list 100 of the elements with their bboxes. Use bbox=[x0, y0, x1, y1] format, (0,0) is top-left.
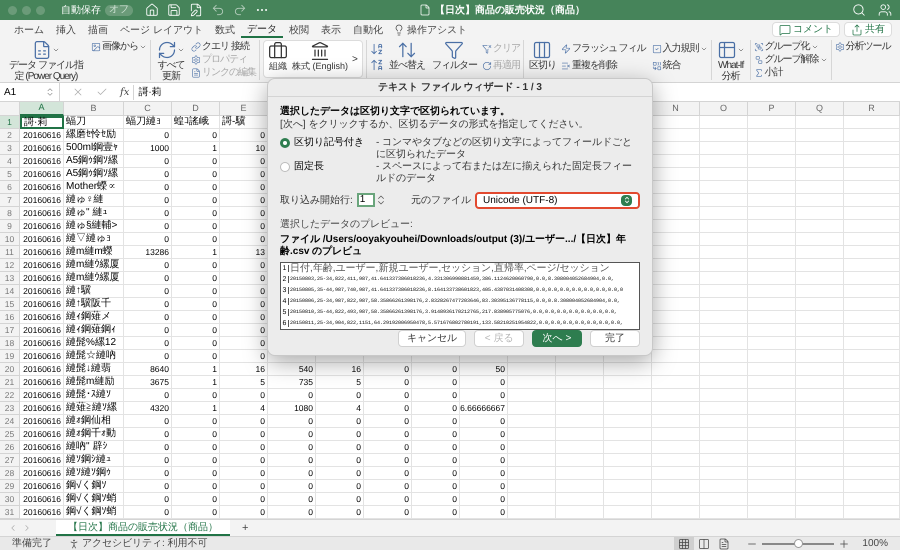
row-header[interactable]: 21 bbox=[0, 376, 20, 389]
ribbon-button[interactable]: フラッシュ フィル bbox=[560, 42, 646, 55]
add-sheet-button[interactable]: + bbox=[230, 520, 260, 536]
row-header[interactable]: 10 bbox=[0, 233, 20, 246]
row-header[interactable]: 25 bbox=[0, 428, 20, 441]
header-button[interactable]: コメント bbox=[772, 22, 840, 37]
ribbon-button[interactable]: グループ化 bbox=[754, 40, 828, 53]
column-header[interactable]: O bbox=[700, 102, 748, 116]
table-cell bbox=[700, 168, 748, 181]
gallery-item[interactable]: 組織 bbox=[268, 41, 288, 77]
dialog-button[interactable]: 完了 bbox=[590, 330, 640, 347]
row-header[interactable]: 5 bbox=[0, 168, 20, 181]
row-header[interactable]: 19 bbox=[0, 350, 20, 363]
gallery-item[interactable]: 株式 (English) bbox=[292, 41, 348, 77]
header-button[interactable]: 共有 bbox=[844, 22, 892, 37]
row-header[interactable]: 23 bbox=[0, 402, 20, 415]
ribbon-button[interactable]: 入力規則 bbox=[652, 42, 708, 55]
column-header[interactable]: P bbox=[748, 102, 796, 116]
column-header[interactable]: C bbox=[124, 102, 172, 116]
table-cell: 13286 bbox=[124, 246, 172, 259]
column-header[interactable]: E bbox=[220, 102, 268, 116]
start-row-field[interactable]: 1 bbox=[356, 193, 375, 207]
column-header[interactable]: R bbox=[844, 102, 900, 116]
row-header[interactable]: 27 bbox=[0, 454, 20, 467]
row-header[interactable]: 31 bbox=[0, 506, 20, 519]
ribbon-button[interactable]: 区切り bbox=[526, 40, 558, 71]
row-header[interactable]: 15 bbox=[0, 298, 20, 311]
ribbon-button[interactable]: フィルター bbox=[430, 40, 479, 71]
row-header[interactable]: 16 bbox=[0, 311, 20, 324]
ribbon-button[interactable]: 重複を削除 bbox=[560, 59, 646, 72]
ribbon-button[interactable]: What-If 分析 bbox=[714, 40, 747, 82]
table-cell bbox=[748, 441, 796, 454]
cancel-icon bbox=[72, 86, 84, 98]
row-header[interactable]: 24 bbox=[0, 415, 20, 428]
row-header[interactable]: 20 bbox=[0, 363, 20, 376]
gallery-more-button[interactable]: > bbox=[352, 52, 358, 66]
row-header[interactable]: 14 bbox=[0, 285, 20, 298]
accessibility-status[interactable]: アクセシビリティ: 利用不可 bbox=[82, 536, 208, 550]
ribbon-button[interactable]: 統合 bbox=[652, 59, 708, 72]
row-header[interactable]: 13 bbox=[0, 272, 20, 285]
column-header[interactable]: Q bbox=[796, 102, 844, 116]
ribbon-button[interactable]: すべて更新 bbox=[154, 40, 188, 82]
image-icon bbox=[91, 42, 101, 52]
row-header[interactable]: 17 bbox=[0, 324, 20, 337]
radio-button[interactable] bbox=[280, 162, 290, 172]
table-cell: 0 bbox=[268, 415, 316, 428]
zoom-thumb[interactable] bbox=[794, 539, 804, 548]
row-header[interactable]: 9 bbox=[0, 220, 20, 233]
name-box[interactable]: A1 bbox=[4, 84, 16, 100]
column-header[interactable]: N bbox=[652, 102, 700, 116]
row-header[interactable]: 4 bbox=[0, 155, 20, 168]
radio-option[interactable]: 固定長 bbox=[280, 161, 364, 185]
row-header[interactable]: 1 bbox=[0, 116, 20, 129]
ribbon-button[interactable]: グループ解除 bbox=[754, 53, 828, 66]
row-header[interactable]: 7 bbox=[0, 194, 20, 207]
radio-button[interactable] bbox=[280, 138, 290, 148]
dialog-button[interactable]: キャンセル bbox=[398, 330, 466, 347]
table-cell bbox=[604, 376, 652, 389]
table-cell bbox=[700, 363, 748, 376]
row-header[interactable]: 26 bbox=[0, 441, 20, 454]
row-header[interactable]: 6 bbox=[0, 181, 20, 194]
radio-option[interactable]: 区切り記号付き bbox=[280, 137, 364, 161]
zoom-slider[interactable] bbox=[762, 538, 834, 548]
row-header[interactable]: 29 bbox=[0, 480, 20, 493]
row-header[interactable]: 2 bbox=[0, 129, 20, 142]
ribbon-button[interactable]: 画像から bbox=[91, 40, 147, 53]
table-cell bbox=[556, 428, 604, 441]
ribbon-button[interactable]: 分析ツール bbox=[834, 40, 891, 53]
formula-content[interactable]: 謌·莉 bbox=[133, 84, 162, 100]
row-header[interactable]: 18 bbox=[0, 337, 20, 350]
tell-me-button[interactable]: 操作アシスト bbox=[388, 22, 471, 38]
ribbon-tab[interactable]: ホーム bbox=[8, 22, 50, 38]
sheet-tab[interactable]: 【日次】商品の販売状況（商品） bbox=[56, 520, 230, 536]
ribbon-tab[interactable]: 校閲 bbox=[282, 22, 315, 38]
normal-view-icon[interactable] bbox=[674, 536, 694, 550]
row-header[interactable]: 8 bbox=[0, 207, 20, 220]
row-header[interactable]: 3 bbox=[0, 142, 20, 155]
table-cell bbox=[700, 441, 748, 454]
row-header[interactable]: 30 bbox=[0, 493, 20, 506]
row-header[interactable]: 28 bbox=[0, 467, 20, 480]
table-cell bbox=[796, 493, 844, 506]
column-header[interactable]: A bbox=[20, 102, 64, 116]
ribbon-button[interactable]: 小計 bbox=[754, 66, 828, 79]
column-header[interactable]: D bbox=[172, 102, 220, 116]
ribbon-tab[interactable]: 数式 bbox=[208, 22, 241, 38]
dialog-button[interactable]: 次へ > bbox=[532, 330, 582, 347]
column-header[interactable]: B bbox=[64, 102, 124, 116]
row-header[interactable]: 22 bbox=[0, 389, 20, 402]
ribbon-button[interactable]: クエリ 接続 bbox=[191, 40, 256, 53]
ribbon-tab[interactable]: ページ レイアウト bbox=[114, 22, 209, 38]
ribbon-tab[interactable]: 表示 bbox=[314, 22, 347, 38]
ribbon-button[interactable]: データ ファイル指定 (Power Query) bbox=[4, 40, 88, 82]
row-header[interactable]: 11 bbox=[0, 246, 20, 259]
ribbon-tab[interactable]: 自動化 bbox=[346, 22, 389, 38]
ribbon-button[interactable]: 並べ替え bbox=[386, 40, 427, 71]
ribbon-tab[interactable]: 挿入 bbox=[50, 22, 82, 38]
function-button[interactable]: fx bbox=[120, 84, 130, 100]
origin-dropdown[interactable]: Unicode (UTF-8) bbox=[475, 192, 640, 208]
row-header[interactable]: 12 bbox=[0, 259, 20, 272]
ribbon-tab[interactable]: 描画 bbox=[82, 22, 114, 38]
